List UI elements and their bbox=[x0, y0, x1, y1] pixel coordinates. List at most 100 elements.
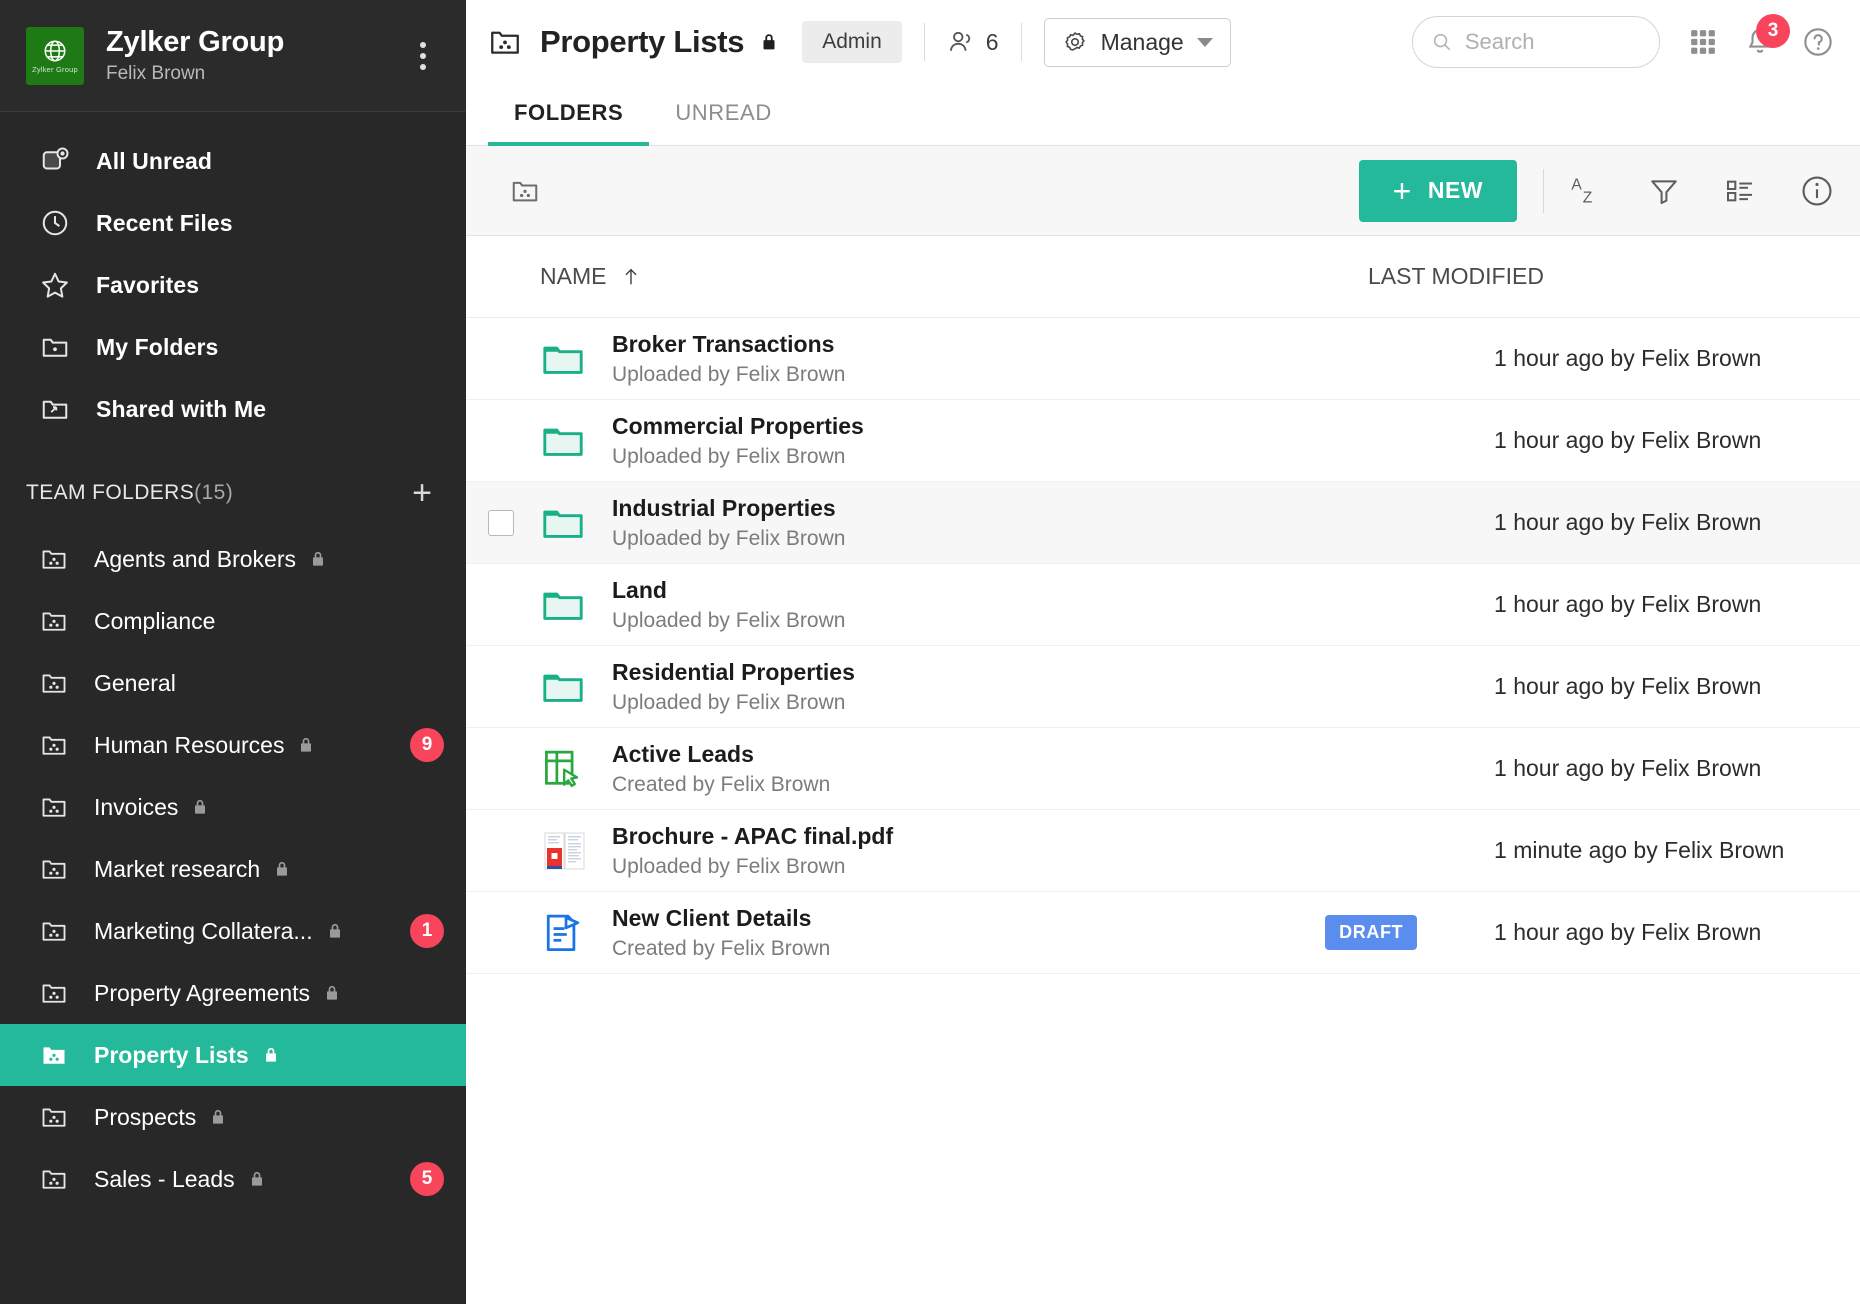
sidebar-label: General bbox=[94, 670, 176, 697]
sidebar-label: Property Agreements bbox=[94, 980, 310, 1007]
sidebar-item-compliance[interactable]: Compliance bbox=[0, 590, 466, 652]
team-folder-icon bbox=[40, 1103, 76, 1131]
tab-label: FOLDERS bbox=[514, 100, 623, 126]
filter-funnel-icon[interactable] bbox=[1648, 175, 1680, 207]
team-folder-icon bbox=[40, 1165, 76, 1193]
team-folder-icon bbox=[40, 1041, 76, 1069]
last-modified-value: 1 hour ago by Felix Brown bbox=[1494, 755, 1860, 782]
lock-icon bbox=[325, 921, 345, 941]
kebab-menu-icon[interactable] bbox=[406, 42, 440, 70]
team-folder-icon bbox=[40, 917, 76, 945]
row-text: New Client Details Created by Felix Brow… bbox=[612, 904, 1325, 962]
sort-az-icon[interactable]: A Z bbox=[1570, 174, 1604, 208]
search-box[interactable] bbox=[1412, 16, 1660, 68]
sidebar-item-property-lists[interactable]: Property Lists bbox=[0, 1024, 466, 1086]
manage-button[interactable]: Manage bbox=[1044, 18, 1231, 67]
table-row[interactable]: Industrial Properties Uploaded by Felix … bbox=[466, 482, 1860, 564]
last-modified-value: 1 minute ago by Felix Brown bbox=[1494, 837, 1860, 864]
apps-grid-icon[interactable] bbox=[1688, 27, 1718, 57]
members-button[interactable]: 6 bbox=[947, 27, 999, 57]
file-name: Land bbox=[612, 576, 1325, 605]
file-subtitle: Uploaded by Felix Brown bbox=[612, 855, 1325, 879]
row-text: Brochure - APAC final.pdf Uploaded by Fe… bbox=[612, 822, 1325, 880]
divider bbox=[924, 23, 925, 61]
sidebar-item-favorites[interactable]: Favorites bbox=[0, 254, 466, 316]
breadcrumb-folder-icon[interactable] bbox=[510, 176, 540, 206]
tab-folders[interactable]: FOLDERS bbox=[488, 84, 649, 146]
table-header-row: NAME LAST MODIFIED bbox=[466, 236, 1860, 318]
plus-icon[interactable]: + bbox=[408, 476, 436, 510]
page-title: Property Lists bbox=[540, 24, 744, 60]
file-name: Residential Properties bbox=[612, 658, 1325, 687]
new-button[interactable]: + NEW bbox=[1359, 160, 1517, 222]
file-subtitle: Created by Felix Brown bbox=[612, 937, 1325, 961]
team-folder-icon bbox=[40, 979, 76, 1007]
folder-icon bbox=[540, 582, 612, 628]
team-folder-icon bbox=[40, 731, 76, 759]
file-subtitle: Uploaded by Felix Brown bbox=[612, 691, 1325, 715]
sidebar-item-market-research[interactable]: Market research bbox=[0, 838, 466, 900]
team-folders-section-header: TEAM FOLDERS(15) + bbox=[0, 440, 466, 528]
table-row[interactable]: Broker Transactions Uploaded by Felix Br… bbox=[466, 318, 1860, 400]
row-text: Broker Transactions Uploaded by Felix Br… bbox=[612, 330, 1325, 388]
sidebar-label: Recent Files bbox=[96, 210, 233, 237]
column-header-name[interactable]: NAME bbox=[488, 263, 1368, 290]
members-icon bbox=[947, 27, 977, 57]
section-count: (15) bbox=[194, 481, 233, 504]
sidebar-item-marketing-collateral[interactable]: Marketing Collatera... 1 bbox=[0, 900, 466, 962]
top-header: Property Lists Admin 6 Manage bbox=[466, 0, 1860, 84]
sidebar-item-invoices[interactable]: Invoices bbox=[0, 776, 466, 838]
column-label-name: NAME bbox=[540, 263, 606, 290]
table-row[interactable]: Commercial Properties Uploaded by Felix … bbox=[466, 400, 1860, 482]
column-header-last-modified[interactable]: LAST MODIFIED bbox=[1368, 263, 1544, 290]
sidebar-item-property-agreements[interactable]: Property Agreements bbox=[0, 962, 466, 1024]
table-row[interactable]: Brochure - APAC final.pdf Uploaded by Fe… bbox=[466, 810, 1860, 892]
file-name: Broker Transactions bbox=[612, 330, 1325, 359]
table-row[interactable]: Land Uploaded by Felix Brown 1 hour ago … bbox=[466, 564, 1860, 646]
last-modified-value: 1 hour ago by Felix Brown bbox=[1494, 673, 1860, 700]
info-circle-icon[interactable] bbox=[1800, 174, 1834, 208]
sidebar-item-general[interactable]: General bbox=[0, 652, 466, 714]
sidebar-item-agents-and-brokers[interactable]: Agents and Brokers bbox=[0, 528, 466, 590]
unread-count-badge: 9 bbox=[410, 728, 444, 762]
file-name: Industrial Properties bbox=[612, 494, 1325, 523]
sidebar-label: Prospects bbox=[94, 1104, 196, 1131]
table-row[interactable]: Residential Properties Uploaded by Felix… bbox=[466, 646, 1860, 728]
unread-count-badge: 5 bbox=[410, 1162, 444, 1196]
file-subtitle: Uploaded by Felix Brown bbox=[612, 527, 1325, 551]
org-logo-caption: Zylker Group bbox=[32, 65, 78, 74]
row-checkbox[interactable] bbox=[488, 510, 514, 536]
team-folder-icon bbox=[40, 793, 76, 821]
org-meta: Zylker Group Felix Brown bbox=[106, 26, 406, 84]
lock-icon bbox=[261, 1045, 281, 1065]
row-badge-cell: DRAFT bbox=[1325, 915, 1494, 950]
app-root: Zylker Group Zylker Group Felix Brown Al… bbox=[0, 0, 1860, 1304]
toolbar-icons: A Z bbox=[1570, 174, 1834, 208]
sidebar-item-shared-with-me[interactable]: Shared with Me bbox=[0, 378, 466, 440]
notifications-button[interactable]: 3 bbox=[1744, 26, 1776, 58]
members-count: 6 bbox=[986, 29, 999, 56]
search-icon bbox=[1431, 29, 1453, 55]
sidebar-item-all-unread[interactable]: All Unread bbox=[0, 130, 466, 192]
sidebar-item-recent-files[interactable]: Recent Files bbox=[0, 192, 466, 254]
table-row[interactable]: Active Leads Created by Felix Brown 1 ho… bbox=[466, 728, 1860, 810]
org-user-name: Felix Brown bbox=[106, 63, 406, 85]
last-modified-value: 1 hour ago by Felix Brown bbox=[1494, 509, 1860, 536]
search-input[interactable] bbox=[1465, 29, 1641, 55]
sidebar-label: Shared with Me bbox=[96, 396, 266, 423]
tab-unread[interactable]: UNREAD bbox=[649, 84, 798, 146]
sidebar-item-prospects[interactable]: Prospects bbox=[0, 1086, 466, 1148]
list-view-icon[interactable] bbox=[1724, 175, 1756, 207]
sidebar-item-human-resources[interactable]: Human Resources 9 bbox=[0, 714, 466, 776]
pdf-icon bbox=[540, 827, 612, 875]
help-circle-icon[interactable] bbox=[1802, 26, 1834, 58]
lock-icon bbox=[208, 1107, 228, 1127]
sidebar-label: Sales - Leads bbox=[94, 1166, 235, 1193]
sidebar-item-sales-leads[interactable]: Sales - Leads 5 bbox=[0, 1148, 466, 1210]
unread-badge-icon bbox=[40, 146, 80, 176]
sidebar-label: Agents and Brokers bbox=[94, 546, 296, 573]
sidebar-label: Invoices bbox=[94, 794, 178, 821]
sidebar-item-my-folders[interactable]: My Folders bbox=[0, 316, 466, 378]
table-row[interactable]: New Client Details Created by Felix Brow… bbox=[466, 892, 1860, 974]
lock-icon bbox=[190, 797, 210, 817]
